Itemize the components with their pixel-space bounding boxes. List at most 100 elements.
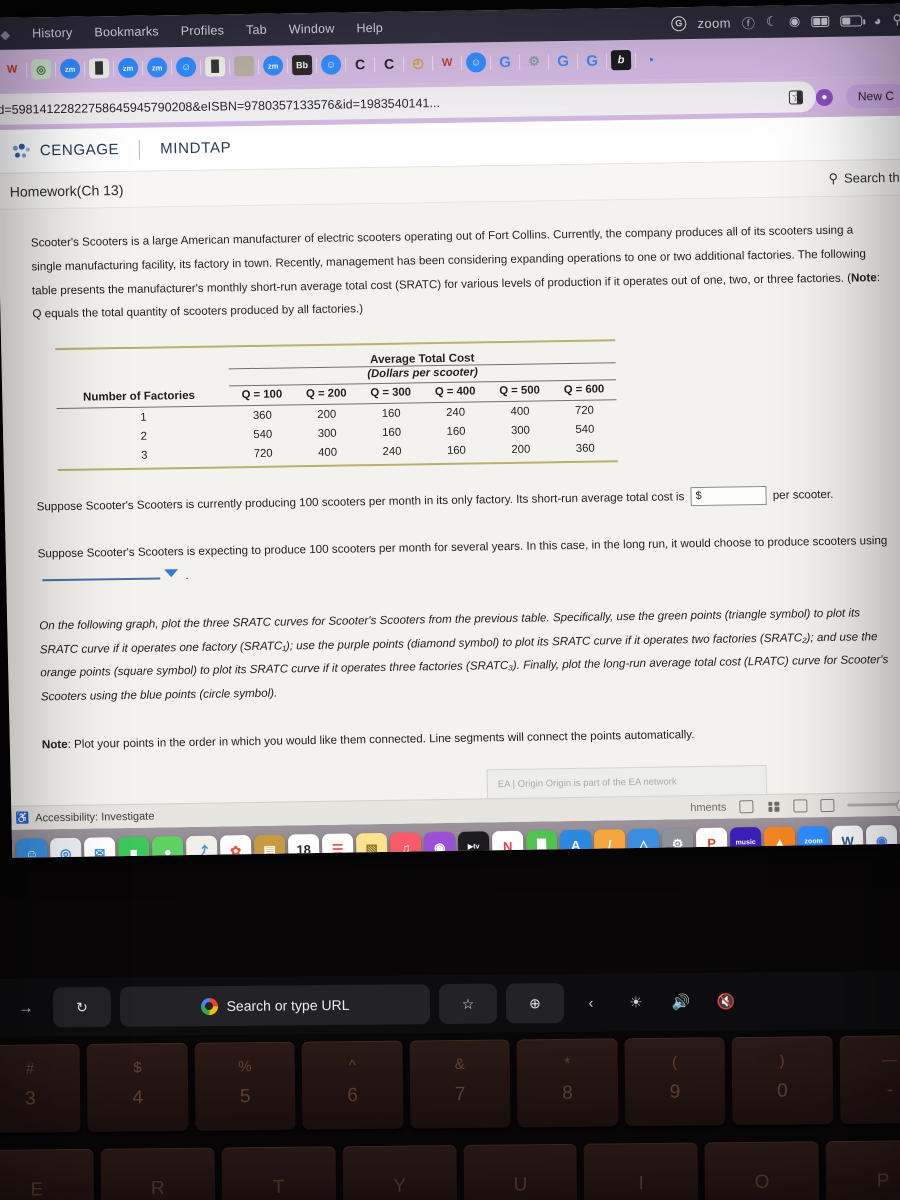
menu-item-help[interactable]: Help bbox=[345, 21, 394, 36]
dock-stocks[interactable]: █ bbox=[525, 830, 558, 858]
gallery-view-icon[interactable] bbox=[793, 799, 808, 813]
shazam-icon[interactable]: ⓕ bbox=[742, 13, 756, 32]
grammarly-icon[interactable]: G bbox=[671, 15, 687, 31]
touch-bar[interactable]: → ↻ Search or type URL ☆ ⊕ ‹ ☀ 🔊 🔇 bbox=[0, 971, 900, 1037]
keyboard-letter-row[interactable]: ERTYUIOP bbox=[0, 1139, 900, 1200]
keyboard-key-Y[interactable]: Y bbox=[342, 1145, 457, 1200]
dock-keynote[interactable]: △ bbox=[627, 828, 660, 858]
keyboard-key-6[interactable]: ^ 6 bbox=[301, 1040, 404, 1130]
keyboard-key-9[interactable]: (9 bbox=[624, 1037, 726, 1127]
dock-photos[interactable]: ✿ bbox=[219, 835, 252, 858]
keyboard-key-0[interactable]: ) 0 bbox=[731, 1036, 833, 1126]
zoom-slider[interactable] bbox=[847, 802, 900, 807]
dock-contacts[interactable]: ▤ bbox=[253, 834, 286, 858]
bookmark-google-3[interactable]: G bbox=[582, 50, 602, 70]
keyboard-key-P[interactable]: P bbox=[825, 1139, 900, 1200]
dock-pages[interactable]: / bbox=[593, 829, 626, 858]
bookmark-contacts-2[interactable]: ☺ bbox=[320, 54, 342, 75]
dock-amazon-music[interactable]: music bbox=[729, 827, 762, 858]
dock-appletv[interactable]: ▶tv bbox=[457, 831, 490, 858]
control-center-icon[interactable] bbox=[811, 15, 830, 27]
battery-icon[interactable] bbox=[840, 14, 863, 27]
bookmark-canvas-1[interactable]: C bbox=[350, 54, 370, 74]
timemachine-icon[interactable]: ◉ bbox=[789, 13, 801, 29]
keyboard-key-5[interactable]: % 5 bbox=[194, 1041, 296, 1131]
dock-podcasts[interactable]: ◉ bbox=[423, 831, 456, 858]
dock-messages[interactable]: ● bbox=[151, 836, 184, 858]
bookmark-swirl[interactable]: ◔ bbox=[640, 50, 660, 70]
bookmark-clock[interactable]: ◴ bbox=[408, 53, 428, 73]
zoom-menu-label[interactable]: zoom bbox=[697, 15, 731, 31]
dock-notes[interactable]: ▧ bbox=[355, 832, 388, 858]
keyboard-key-I[interactable]: I bbox=[583, 1142, 699, 1200]
preview-pane-icon[interactable] bbox=[820, 798, 835, 813]
bookmark-chart-1[interactable]: █ bbox=[88, 58, 110, 79]
bookmark-zoom-2[interactable]: zm bbox=[117, 57, 139, 79]
bookmark-contacts-3[interactable]: ☺ bbox=[465, 52, 487, 73]
menu-apple-icon[interactable]: ◆ bbox=[0, 26, 21, 41]
moon-icon[interactable]: ☾ bbox=[766, 14, 778, 30]
mute-icon[interactable]: 🔇 bbox=[708, 992, 744, 1011]
touchbar-forward-icon[interactable]: → bbox=[8, 999, 44, 1016]
dock-calendar[interactable]: 18 bbox=[287, 833, 320, 858]
touchbar-collapse-icon[interactable]: ‹ bbox=[573, 994, 609, 1011]
chevron-down-icon[interactable] bbox=[164, 569, 179, 578]
srtac-answer-input[interactable] bbox=[701, 489, 760, 503]
dock-mail[interactable]: ✉ bbox=[83, 837, 116, 858]
bookmark-wa-2[interactable]: W bbox=[437, 53, 457, 73]
dock-news[interactable]: N bbox=[491, 830, 524, 858]
bookmark-image[interactable] bbox=[233, 55, 255, 77]
bookmark-zoom-3[interactable]: zm bbox=[146, 57, 168, 78]
touchbar-newtab-button[interactable]: ⊕ bbox=[505, 983, 565, 1024]
dock-chrome[interactable]: ◉ bbox=[865, 824, 898, 857]
dock-maps[interactable]: ⤴ bbox=[185, 835, 218, 858]
dock-finder[interactable]: ☺ bbox=[15, 838, 48, 858]
touchbar-search-field[interactable]: Search or type URL bbox=[119, 984, 431, 1027]
bookmark-canvas-2[interactable]: C bbox=[379, 54, 399, 74]
bookmark-bing[interactable]: b bbox=[610, 49, 632, 71]
touchbar-reload-button[interactable]: ↻ bbox=[52, 986, 112, 1028]
keyboard-key-T[interactable]: T bbox=[221, 1146, 337, 1200]
keyboard-key-3[interactable]: #3 bbox=[0, 1043, 81, 1134]
profile-avatar-icon[interactable]: ● bbox=[815, 88, 834, 106]
bookmark-green-app[interactable]: ◎ bbox=[30, 59, 52, 80]
dock-word[interactable]: W bbox=[831, 825, 864, 857]
keyboard-key--[interactable]: — - bbox=[839, 1034, 900, 1125]
dock-reminders[interactable]: ☰ bbox=[321, 833, 354, 858]
accessibility-icon[interactable]: ♿ bbox=[15, 812, 29, 825]
dock-safari[interactable]: ◎ bbox=[49, 837, 82, 858]
dock-powerpoint[interactable]: P bbox=[695, 827, 728, 858]
bookmark-android[interactable]: ⚙ bbox=[524, 51, 544, 71]
bookmark-chart-2[interactable]: █ bbox=[204, 56, 226, 77]
icon-view-icon[interactable] bbox=[739, 800, 754, 814]
dock-music[interactable]: ♫ bbox=[389, 832, 422, 858]
dock-settings[interactable]: ⚙ bbox=[661, 828, 694, 858]
grid-view-icon[interactable] bbox=[766, 800, 780, 813]
bookmark-zoom-4[interactable]: zm bbox=[262, 55, 284, 76]
menu-item-window[interactable]: Window bbox=[278, 21, 346, 37]
bookmark-contacts-1[interactable]: ☺ bbox=[175, 56, 197, 78]
keyboard-number-row[interactable]: #3 $4% 5 ^ 6 & 7 * 8(9) 0— - bbox=[0, 1034, 900, 1134]
keyboard-key-4[interactable]: $4 bbox=[86, 1042, 189, 1132]
srtac-answer-field[interactable]: $ bbox=[690, 485, 767, 507]
spotlight-search-icon[interactable]: ⚲ bbox=[892, 12, 900, 28]
keyboard-key-E[interactable]: E bbox=[0, 1148, 95, 1200]
brightness-icon[interactable]: ☀ bbox=[618, 993, 654, 1011]
keyboard-key-O[interactable]: O bbox=[704, 1141, 820, 1200]
keyboard-key-8[interactable]: * 8 bbox=[516, 1038, 619, 1128]
keyboard-key-U[interactable]: U bbox=[463, 1143, 578, 1200]
menu-item-tab[interactable]: Tab bbox=[235, 23, 278, 38]
dock-facetime[interactable]: ■ bbox=[117, 836, 150, 858]
bookmark-google-1[interactable]: G bbox=[495, 52, 515, 72]
search-course-control[interactable]: ⚲ Search th bbox=[828, 169, 900, 186]
bookmark-zoom-1[interactable]: zm bbox=[59, 58, 81, 79]
menu-item-bookmarks[interactable]: Bookmarks bbox=[83, 24, 170, 39]
bookmark-blackboard[interactable]: Bb bbox=[291, 55, 313, 76]
dock-zoom[interactable]: zoom bbox=[797, 825, 830, 858]
bookmark-google-2[interactable]: G bbox=[553, 51, 573, 71]
dock-vlc[interactable]: ▲ bbox=[763, 826, 796, 858]
keyboard-key-7[interactable]: & 7 bbox=[409, 1039, 511, 1129]
side-panel-icon[interactable] bbox=[788, 90, 804, 105]
cengage-logo[interactable]: CENGAGE MINDTAP bbox=[12, 138, 232, 161]
keyboard-key-R[interactable]: R bbox=[100, 1147, 216, 1200]
